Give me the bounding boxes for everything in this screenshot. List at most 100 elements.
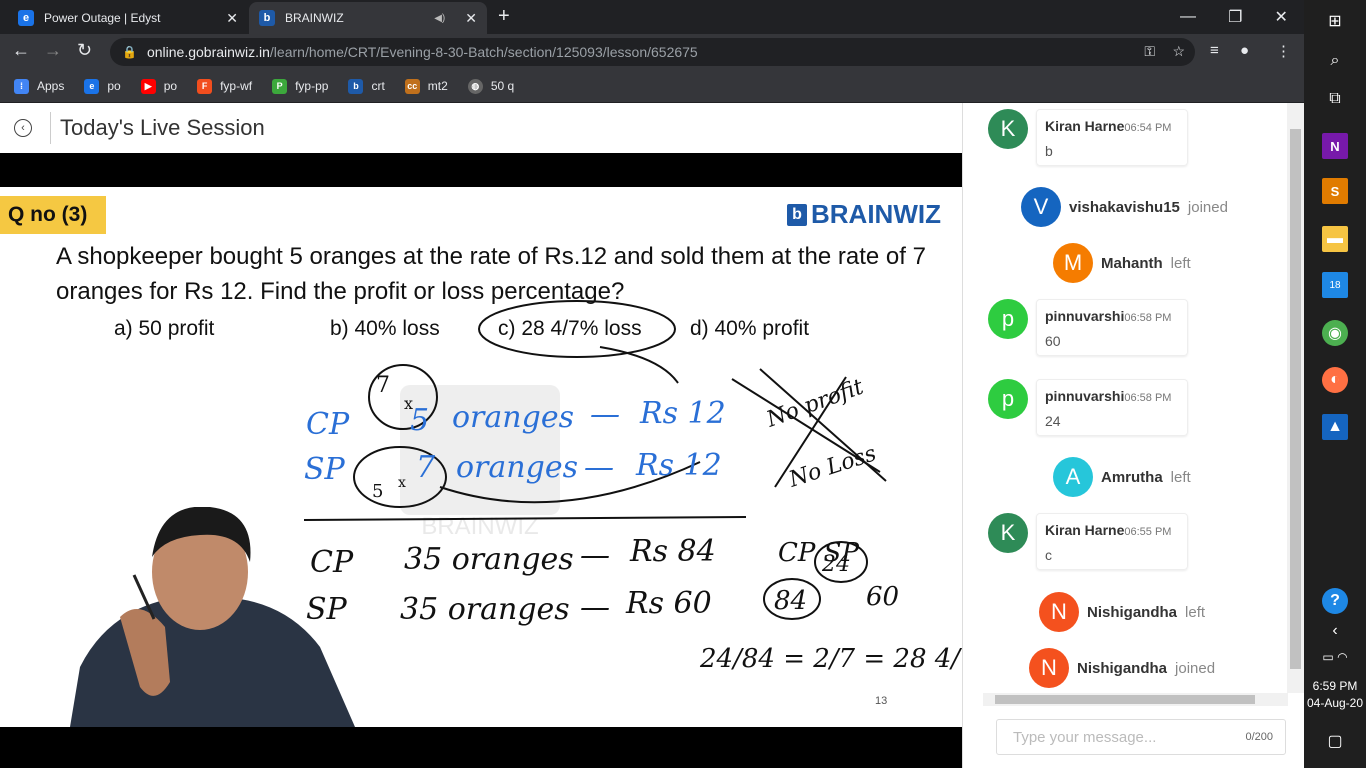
new-tab-button[interactable]: + <box>498 5 510 28</box>
bookmark-po-youtube[interactable]: ▶ po <box>140 78 177 94</box>
svg-text:BRAINWIZ: BRAINWIZ <box>421 513 538 540</box>
search-icon[interactable]: ⌕ <box>1322 48 1348 74</box>
avatar: p <box>988 379 1028 419</box>
svg-text:5: 5 <box>372 481 383 502</box>
task-view-icon[interactable]: ⧉ <box>1322 86 1348 112</box>
tab-power-outage[interactable]: e Power Outage | Edyst ✕ <box>8 2 248 34</box>
session-header: ‹ Today's Live Session <box>0 103 962 153</box>
svg-text:Rs 12: Rs 12 <box>639 396 726 431</box>
network-battery-icon[interactable]: ▭ ◠ <box>1322 644 1348 670</box>
lock-icon: 🔒 <box>122 45 137 59</box>
sender-name: pinnuvarshi <box>1045 308 1125 324</box>
avatar: K <box>988 109 1028 149</box>
bookmark-crt[interactable]: b crt <box>348 78 385 94</box>
message-bubble: pinnuvarshi06:58 PM 24 <box>1036 379 1188 436</box>
chat-input-box[interactable]: 0/200 <box>996 719 1286 755</box>
cc-icon: cc <box>404 78 420 94</box>
scroll-thumb[interactable] <box>995 695 1255 704</box>
chrome-icon[interactable]: ◉ <box>1322 320 1348 346</box>
message-time: 06:58 PM <box>1124 392 1172 404</box>
forward-arrow-icon[interactable]: → <box>44 40 62 61</box>
avatar: K <box>988 513 1028 553</box>
chevron-left-icon[interactable]: ‹ <box>1322 618 1348 644</box>
address-bar[interactable]: 🔒 online.gobrainwiz.in /learn/home/CRT/E… <box>110 38 1195 66</box>
chat-message: K Kiran Harne06:55 PM c <box>988 513 1188 570</box>
lecture-slide: Q no (3) b BRAINWIZ A shopkeeper bought 5… <box>0 187 962 727</box>
svg-text:Rs 84: Rs 84 <box>629 534 716 569</box>
bookmark-mt2[interactable]: cc mt2 <box>404 78 448 94</box>
figma-icon: F <box>197 78 213 94</box>
media-control-icon[interactable]: ≡ <box>1210 42 1219 59</box>
windows-start-icon[interactable]: ⊞ <box>1322 8 1348 34</box>
event-action: left <box>1170 254 1191 272</box>
event-user: Nishigandha <box>1077 659 1168 677</box>
avatar: M <box>1053 243 1093 283</box>
bookmark-fyp-wf[interactable]: Ffyp-wf <box>197 78 252 94</box>
svg-text:35 oranges: 35 oranges <box>400 592 570 627</box>
close-tab-icon[interactable]: ✕ <box>226 10 238 27</box>
bookmark-fyp-pp[interactable]: Pfyp-pp <box>272 78 328 94</box>
youtube-icon: ▶ <box>140 78 156 94</box>
message-time: 06:54 PM <box>1124 122 1172 134</box>
system-clock[interactable]: 6:59 PM 04-Aug-20 <box>1304 678 1366 712</box>
message-time: 06:55 PM <box>1124 526 1172 538</box>
svg-text:—: — <box>580 538 610 573</box>
page-content: ‹ Today's Live Session Q no (3) b BRAINWI… <box>0 103 1304 768</box>
chat-message: p pinnuvarshi06:58 PM 24 <box>988 379 1188 436</box>
back-circle-icon[interactable]: ‹ <box>14 119 32 137</box>
svg-text:x: x <box>398 475 406 491</box>
bookmark-apps[interactable]: ⁞ Apps <box>14 78 64 94</box>
restore-icon[interactable]: ❐ <box>1228 7 1242 27</box>
apps-grid-icon: ⁞ <box>14 78 29 94</box>
chat-panel: K Kiran Harne06:54 PM b V vishakavishu15… <box>962 103 1304 768</box>
message-bubble: Kiran Harne06:54 PM b <box>1036 109 1188 166</box>
brainwiz-favicon-icon: b <box>259 10 275 26</box>
key-icon[interactable]: ⚿ <box>1144 43 1155 60</box>
phone-app-icon[interactable]: 18 <box>1322 272 1348 298</box>
chat-scrollbar[interactable] <box>1287 103 1304 693</box>
slide-page-number: 13 <box>875 695 888 707</box>
minimize-icon[interactable]: — <box>1180 8 1196 26</box>
menu-dots-icon[interactable]: ⋮ <box>1276 42 1291 60</box>
notification-icon[interactable]: ▢ <box>1322 728 1348 754</box>
close-tab-icon[interactable]: ✕ <box>465 10 477 27</box>
scroll-thumb[interactable] <box>1290 129 1301 669</box>
chat-event: M Mahanth left <box>1053 243 1191 283</box>
page-title: Today's Live Session <box>60 115 265 140</box>
close-window-icon[interactable]: ✕ <box>1275 7 1288 27</box>
event-user: Mahanth <box>1101 254 1163 272</box>
chat-horizontal-scrollbar[interactable] <box>983 693 1288 706</box>
url-path: /learn/home/CRT/Evening-8-30-Batch/secti… <box>269 44 698 60</box>
avatar: N <box>1029 648 1069 688</box>
star-icon[interactable]: ☆ <box>1172 43 1185 60</box>
bookmark-50q[interactable]: ◍ 50 q <box>467 78 514 94</box>
profile-icon[interactable]: ● <box>1240 42 1249 59</box>
pp-icon: P <box>272 78 288 94</box>
event-action: joined <box>1187 198 1228 216</box>
divider <box>50 112 51 144</box>
chat-event: A Amrutha left <box>1053 457 1191 497</box>
sublime-icon[interactable]: S <box>1322 178 1348 204</box>
presenter-video <box>70 507 355 727</box>
speaker-icon[interactable]: ◀) <box>434 13 445 24</box>
file-explorer-icon[interactable]: ▬ <box>1322 226 1348 252</box>
svg-text:60: 60 <box>866 582 899 612</box>
video-player[interactable]: Q no (3) b BRAINWIZ A shopkeeper bought 5… <box>0 153 962 768</box>
bookmark-po-edyst[interactable]: e po <box>84 78 121 94</box>
tab-brainwiz[interactable]: b BRAINWIZ ◀) ✕ <box>249 2 487 34</box>
window-controls: — ❐ ✕ <box>1164 0 1304 34</box>
reload-icon[interactable]: ↻ <box>77 40 92 61</box>
message-input[interactable] <box>1013 728 1246 746</box>
chat-messages[interactable]: K Kiran Harne06:54 PM b V vishakavishu15… <box>963 103 1288 693</box>
sender-name: Kiran Harne <box>1045 522 1125 538</box>
bookmarks-bar: ⁞ Apps e po ▶ po Ffyp-wf Pfyp-pp b crt cc mt2… <box>0 70 1304 102</box>
svg-text:24: 24 <box>821 552 850 577</box>
chat-event: N Nishigandha joined <box>1029 648 1215 688</box>
onenote-icon[interactable]: N <box>1322 133 1348 159</box>
photos-icon[interactable]: ▲ <box>1322 414 1348 440</box>
back-arrow-icon[interactable]: ← <box>12 40 30 61</box>
chat-message: K Kiran Harne06:54 PM b <box>988 109 1188 166</box>
firefox-icon[interactable]: ◐ <box>1322 367 1348 393</box>
avatar: N <box>1039 592 1079 632</box>
help-icon[interactable]: ? <box>1322 588 1348 614</box>
